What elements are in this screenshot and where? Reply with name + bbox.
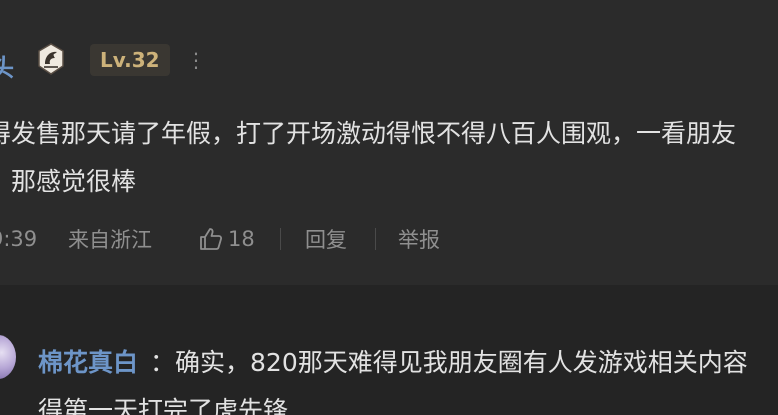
more-options-icon[interactable]: ⋮	[186, 48, 207, 72]
meta-divider	[375, 228, 376, 250]
comment-body: 得发售那天请了年假，打了开场激动得恨不得八百人围观，一看朋友 ，那感觉很棒	[0, 110, 778, 206]
report-button[interactable]: 举报	[398, 224, 440, 254]
meta-divider	[280, 228, 281, 250]
reply-text: ：确实，820那天难得见我朋友圈有人发游戏相关内容	[150, 348, 748, 377]
level-badge: Lv.32	[90, 44, 170, 76]
comment-text-line-1: 得发售那天请了年假，打了开场激动得恨不得八百人围观，一看朋友	[0, 119, 737, 148]
comment-location: 来自浙江	[68, 228, 152, 252]
comment-username[interactable]: 头	[0, 48, 14, 83]
reply-item: 棉花真白 ：确实，820那天难得见我朋友圈有人发游戏相关内容	[38, 343, 748, 379]
comment-time: 9:39	[0, 227, 38, 251]
comment-meta: 9:39 来自浙江 18 回复 举报	[0, 222, 440, 256]
like-count: 18	[228, 227, 255, 251]
thumbs-up-icon	[200, 228, 223, 250]
dragon-badge-icon	[34, 42, 68, 76]
reply-username[interactable]: 棉花真白	[38, 348, 138, 377]
comment-thread: 头 Lv.32 ⋮ 得发售那天请了年假，打了开场激动得恨不得八百人围观，一看朋友…	[0, 0, 778, 415]
reply-button[interactable]: 回复	[305, 224, 375, 254]
comment-text-line-2: ，那感觉很棒	[0, 167, 137, 196]
like-button[interactable]: 18	[198, 226, 280, 252]
reply-avatar[interactable]	[0, 335, 16, 379]
comment-item: 头 Lv.32 ⋮ 得发售那天请了年假，打了开场激动得恨不得八百人围观，一看朋友…	[0, 0, 778, 285]
reply-text-line-2: 得第一天打完了虎先锋	[38, 396, 289, 415]
reply-section: 棉花真白 ：确实，820那天难得见我朋友圈有人发游戏相关内容 得第一天打完了虎先锋	[0, 285, 778, 415]
